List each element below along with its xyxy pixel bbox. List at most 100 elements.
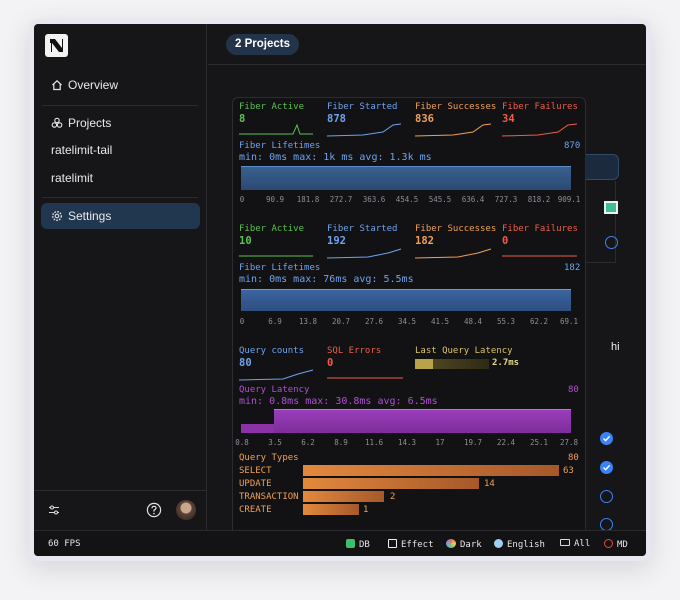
fiber-active-label: Fiber Active [239, 224, 305, 234]
fiber-lifetimes-axis: 0 6.9 13.8 20.7 27.6 34.5 41.5 48.4 55.3… [233, 317, 585, 327]
query-types-count: 80 [568, 453, 579, 463]
fiber-lifetimes-histogram [241, 166, 571, 190]
all-label: All [574, 539, 591, 549]
tick-label: 0.8 [235, 438, 249, 447]
keyboard-icon [560, 539, 570, 546]
user-avatar[interactable] [176, 500, 196, 520]
theme-label: Dark [460, 540, 482, 550]
tick-label: 0 [239, 195, 245, 204]
background-panel-edge [586, 181, 616, 263]
fiber-lifetimes-label: Fiber Lifetimes [239, 141, 321, 151]
tick-label: 25.1 [529, 438, 549, 447]
palette-icon [446, 539, 456, 548]
globe-icon [494, 539, 503, 548]
tick-label: 27.6 [364, 317, 384, 326]
language-label: English [507, 540, 545, 550]
fiber-failures-label: Fiber Failures [502, 224, 578, 234]
tick-label: 90.9 [265, 195, 285, 204]
sidebar-item-label: Overview [68, 78, 119, 92]
projects-count-badge[interactable]: 2 Projects [226, 34, 299, 55]
query-latency-stats: min: 0.8ms max: 30.8ms avg: 6.5ms [239, 396, 438, 407]
background-card [586, 154, 619, 180]
fiber-lifetimes-count: 182 [564, 263, 581, 273]
status-bar: 60 FPS DB Effect Dark English All MD [34, 530, 646, 556]
query-type-bar [303, 504, 359, 515]
sidebar-item-label: Settings [68, 209, 112, 223]
tick-label: 27.8 [559, 438, 579, 447]
query-latency-axis: 0.8 3.5 6.2 8.9 11.6 14.3 17 19.7 22.4 2… [233, 438, 585, 448]
query-type-count: 1 [363, 505, 369, 515]
tick-label: 6.2 [301, 438, 315, 447]
tick-label: 41.5 [430, 317, 450, 326]
fiber-successes-label: Fiber Successes [415, 224, 497, 234]
checkbox-checked[interactable] [600, 461, 613, 474]
sidebar: Overview Projects ratelimit-tail ratelim… [34, 24, 207, 530]
query-types-label: Query Types [239, 453, 299, 463]
query-type-count: 63 [563, 466, 574, 476]
tick-label: 181.8 [296, 195, 320, 204]
fps-counter: 60 FPS [48, 539, 81, 549]
all-toggle[interactable]: All [560, 539, 590, 549]
sliders-icon[interactable] [48, 504, 60, 516]
color-swatch[interactable] [604, 201, 618, 214]
fiber-lifetimes-count: 870 [564, 141, 581, 151]
sidebar-footer [34, 490, 207, 530]
fiber-started-label: Fiber Started [327, 102, 398, 112]
sidebar-item-ratelimit[interactable]: ratelimit [41, 165, 200, 191]
query-type-bar [303, 465, 559, 476]
sparkline-row [239, 123, 578, 137]
tick-label: 19.7 [463, 438, 483, 447]
fiber-lifetimes-stats: min: 0ms max: 76ms avg: 5.5ms [239, 274, 414, 285]
query-latency-label: Query Latency [239, 385, 310, 395]
checkbox-checked[interactable] [600, 432, 613, 445]
tick-label: 62.2 [529, 317, 549, 326]
sidebar-item-label: Projects [68, 116, 112, 130]
query-type-name: SELECT [239, 466, 272, 476]
md-label: MD [617, 540, 628, 550]
sidebar-divider [42, 105, 198, 106]
sidebar-item-ratelimit-tail[interactable]: ratelimit-tail [41, 137, 200, 163]
home-icon [52, 79, 62, 91]
gear-icon [52, 211, 62, 221]
tick-label: 22.4 [496, 438, 516, 447]
help-icon[interactable] [146, 502, 162, 518]
sidebar-item-overview[interactable]: Overview [41, 72, 200, 98]
tick-label: 20.7 [331, 317, 351, 326]
tick-label: 55.3 [496, 317, 516, 326]
sql-errors-label: SQL Errors [327, 346, 382, 356]
last-query-latency-label: Last Query Latency [415, 346, 513, 356]
theme-toggle[interactable]: Dark [446, 539, 482, 550]
sidebar-item-settings[interactable]: Settings [41, 203, 200, 229]
language-toggle[interactable]: English [494, 539, 545, 550]
top-bar: 2 Projects [208, 24, 646, 65]
tick-label: 13.8 [298, 317, 318, 326]
md-toggle[interactable]: MD [604, 539, 628, 550]
query-type-name: TRANSACTION [239, 492, 299, 502]
projects-icon [51, 117, 63, 128]
tick-label: 909.1 [557, 195, 581, 204]
sidebar-item-label: ratelimit [51, 171, 94, 185]
app-window: Overview Projects ratelimit-tail ratelim… [34, 24, 646, 556]
radio-button[interactable] [605, 236, 618, 249]
app-logo[interactable] [45, 34, 68, 57]
effect-toggle[interactable]: Effect [388, 539, 434, 550]
fiber-failures-label: Fiber Failures [502, 102, 578, 112]
sparkline-row [239, 248, 577, 259]
db-toggle[interactable]: DB [346, 539, 370, 550]
tick-label: 69.1 [559, 317, 579, 326]
db-label: DB [359, 540, 370, 550]
tick-label: 3.5 [268, 438, 282, 447]
effect-label: Effect [401, 540, 434, 550]
tick-label: 11.6 [364, 438, 384, 447]
checkbox-unchecked[interactable] [600, 490, 613, 503]
sparkline-row [238, 369, 403, 381]
sidebar-divider [42, 197, 198, 198]
tick-label: 636.4 [461, 195, 485, 204]
fiber-successes-label: Fiber Successes [415, 102, 497, 112]
sidebar-item-projects[interactable]: Projects [41, 110, 200, 136]
query-type-count: 2 [390, 492, 396, 502]
record-icon [604, 539, 613, 548]
fiber-active-label: Fiber Active [239, 102, 305, 112]
query-type-name: UPDATE [239, 479, 272, 489]
tick-label: 48.4 [463, 317, 483, 326]
